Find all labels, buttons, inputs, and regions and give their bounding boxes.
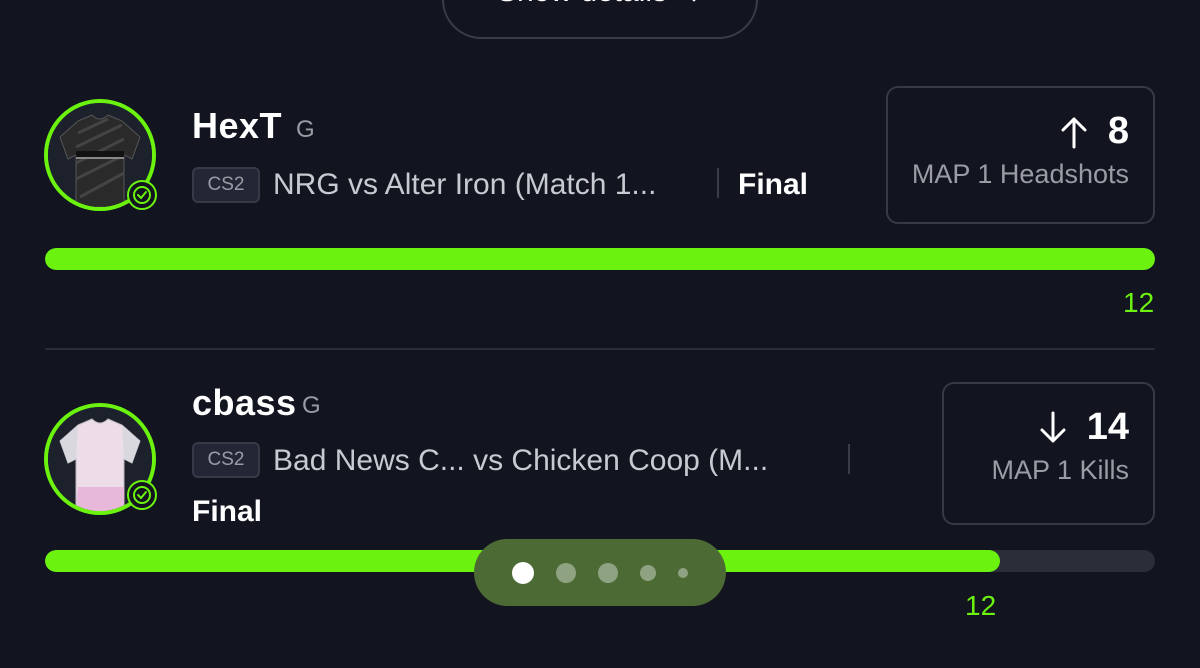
pager-dot[interactable]	[598, 562, 618, 583]
verified-check-icon	[127, 480, 157, 510]
carousel-pager[interactable]	[474, 539, 726, 606]
progress-bar	[45, 248, 1155, 270]
match-status: Final	[738, 168, 809, 201]
separator	[848, 444, 850, 474]
match-name: Bad News C... vs Chicken Coop (M...	[273, 444, 769, 477]
stat-box: 14 MAP 1 Kills	[942, 382, 1155, 525]
player-name: HexT	[192, 105, 283, 146]
result-value: 12	[965, 590, 997, 621]
verified-check-icon	[127, 180, 157, 210]
pick-card[interactable]: cbass G CS2 Bad News C... vs Chicken Coo…	[0, 350, 1200, 668]
stat-line-value: 14	[1086, 406, 1129, 448]
pager-dot[interactable]	[512, 561, 534, 584]
player-position: G	[302, 392, 321, 419]
separator	[717, 168, 719, 198]
pager-dot[interactable]	[556, 562, 576, 583]
arrow-down-icon	[1039, 411, 1067, 445]
player-name: cbass	[192, 382, 297, 423]
pager-dot[interactable]	[640, 564, 656, 581]
stat-label: MAP 1 Kills	[991, 455, 1129, 485]
progress-fill	[45, 248, 1155, 270]
result-value: 12	[1123, 287, 1155, 318]
match-name: NRG vs Alter Iron (Match 1...	[273, 168, 657, 201]
game-tag: CS2	[192, 442, 260, 478]
player-position: G	[296, 116, 315, 143]
stat-line-value: 8	[1107, 110, 1129, 152]
pick-card[interactable]: HexT G CS2 NRG vs Alter Iron (Match 1...…	[0, 0, 1200, 350]
pager-dot[interactable]	[678, 567, 688, 578]
stat-label: MAP 1 Headshots	[911, 159, 1129, 189]
match-status: Final	[192, 495, 263, 528]
arrow-up-icon	[1060, 115, 1088, 149]
game-tag: CS2	[192, 167, 260, 203]
stat-box: 8 MAP 1 Headshots	[886, 86, 1155, 224]
